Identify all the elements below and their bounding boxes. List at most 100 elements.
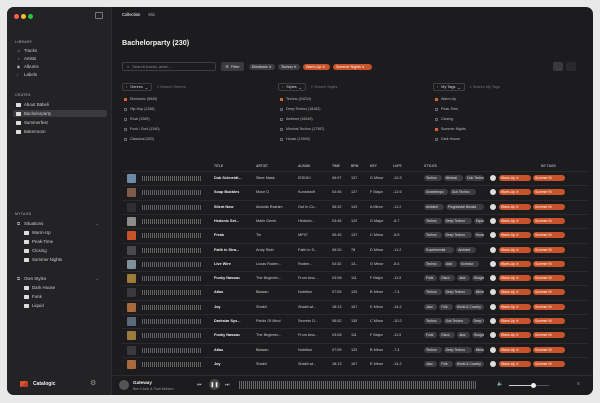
genres-option[interactable]: Classical (520) [124, 137, 154, 141]
style-tag[interactable]: Techno [424, 289, 442, 296]
style-tag[interactable]: Folk [439, 360, 453, 367]
mytags-dropdown[interactable]: ◐ My Tags ⌄ [433, 83, 465, 91]
add-tag-icon[interactable] [490, 360, 496, 367]
sidebar-tag[interactable]: Funk [21, 293, 107, 300]
sidebar-group-situations[interactable]: ⧉ Situations ⌄ [13, 220, 107, 227]
style-tag[interactable]: Jazz [424, 303, 438, 310]
pause-button[interactable]: ❚❚ [209, 379, 220, 390]
settings-gear-icon[interactable]: ⚙ [90, 379, 96, 387]
style-tag[interactable]: Disco [439, 332, 455, 339]
table-row[interactable]: Atlas Blawan Nutrition 07:05 125 B Minor -7.4 T… [122, 285, 588, 298]
styles-option[interactable]: Ambient (16049) [280, 117, 313, 121]
mytags-option[interactable]: Summer Nights [435, 127, 466, 131]
search-input[interactable]: ⌕ Search tracks, artist... [122, 62, 216, 71]
tab-mix[interactable]: Mix [148, 12, 155, 17]
style-tag[interactable]: Minimal [443, 175, 464, 181]
filter-chip[interactable]: Techno ✕ [278, 64, 300, 70]
my-tag[interactable]: Summer Ni [533, 260, 565, 267]
style-tag[interactable]: Downtempo [424, 189, 448, 196]
my-tag[interactable]: Warm-Up ✕ [499, 203, 531, 210]
style-tag[interactable]: Techno [424, 232, 442, 239]
genres-search-input[interactable]: ⌕ Search Genres [157, 85, 186, 89]
sidebar-tag[interactable]: Liquid [21, 302, 107, 309]
style-tag[interactable]: Jazz [456, 275, 471, 282]
style-tag[interactable]: Deep Techno [443, 217, 472, 224]
column-header-styles[interactable]: STYLES [424, 164, 437, 168]
sidebar-tag[interactable]: Warm-Up [21, 229, 107, 236]
table-row[interactable]: Atlas Blawan Nutrition 07:05 125 B Minor -7.4 T… [122, 342, 588, 356]
style-tag[interactable]: Techno [424, 318, 442, 324]
genres-option[interactable]: Electronic (5840) [124, 97, 157, 101]
style-tag[interactable]: Ambient [424, 203, 444, 210]
sidebar-item-labels[interactable]: ♩ Labels [13, 71, 107, 78]
my-tag[interactable]: Warm-Up ✕ [499, 360, 531, 367]
sidebar-crate[interactable]: Bachelorparty [13, 110, 107, 117]
sidebar-item-artists[interactable]: ♪ Artists [13, 55, 107, 62]
style-tag[interactable]: World & Country [454, 303, 484, 310]
volume-slider[interactable] [509, 383, 549, 388]
column-header-my-tags[interactable]: MY TAGS [541, 164, 556, 168]
queue-icon[interactable]: ≡ [577, 381, 580, 387]
my-tag[interactable]: Summer Ni [533, 332, 565, 339]
my-tag[interactable]: Summer Ni [533, 246, 565, 253]
my-tag[interactable]: Summer Ni [533, 217, 565, 224]
style-tag[interactable]: Dub Techno [443, 318, 470, 324]
my-tag[interactable]: Warm-Up ✕ [499, 189, 531, 196]
sidebar-tag[interactable]: Closing [21, 247, 107, 254]
sidebar-group-own-styles[interactable]: ⧉ Own Styles ⌄ [13, 275, 107, 282]
table-row[interactable]: Hedonic Set... Malin Genie Hedonic... 03:46… [122, 213, 588, 227]
style-tag[interactable]: Schranz [459, 260, 479, 267]
checkbox[interactable] [124, 117, 127, 121]
sidebar-item-albums[interactable]: ◉ Albums [13, 63, 107, 70]
style-tag[interactable]: World & Country [454, 360, 484, 367]
genres-option[interactable]: Rock (2369) [124, 117, 150, 121]
grid-view-button[interactable] [553, 62, 563, 71]
style-tag[interactable]: Funk [424, 332, 438, 339]
add-tag-icon[interactable] [490, 260, 496, 267]
my-tag[interactable]: Warm-Up ✕ [499, 232, 531, 239]
close-window-button[interactable] [14, 14, 19, 19]
my-tag[interactable]: Warm-Up ✕ [499, 275, 531, 282]
genres-dropdown[interactable]: ◐ Genres ⌄ [122, 83, 152, 91]
style-tag[interactable]: Techno [424, 175, 442, 181]
volume-knob[interactable] [530, 383, 536, 388]
mytags-option[interactable]: Closing [435, 117, 453, 121]
my-tag[interactable]: Warm-Up ✕ [499, 260, 531, 267]
styles-option[interactable]: Deep Techno (18182) [280, 107, 321, 111]
mytags-search-input[interactable]: ⌕ Search My Tags [470, 85, 500, 89]
my-tag[interactable]: Warm-Up ✕ [499, 175, 531, 181]
checkbox[interactable] [124, 127, 127, 131]
my-tag[interactable]: Warm-Up ✕ [499, 346, 531, 353]
style-tag[interactable]: Folk [439, 303, 453, 310]
table-row[interactable]: Dub Schneidt... Skee Mask ISSOKI 06:07 137 G … [122, 171, 588, 184]
style-tag[interactable]: Experimental [424, 246, 455, 253]
style-tag[interactable]: Experi [473, 217, 484, 224]
style-tag[interactable]: Minimal [473, 289, 484, 296]
table-row[interactable]: Joy Shakti Shakti wi... 18:13 167 E Minor -14.… [122, 356, 588, 370]
mytags-option[interactable]: Peak-Time [435, 107, 458, 111]
style-tag[interactable]: Funk [424, 275, 438, 282]
my-tag[interactable]: Warm-Up ✕ [499, 332, 531, 339]
checkbox[interactable] [280, 97, 283, 101]
filter-button[interactable]: ☰ Filter [221, 62, 244, 71]
style-tag[interactable]: Acid [443, 260, 457, 267]
genres-option[interactable]: Funk / Soul (1340) [124, 127, 160, 131]
styles-option[interactable]: Minimal Techno (17387) [280, 127, 324, 131]
my-tag[interactable]: Summer Ni [533, 289, 565, 296]
style-tag[interactable]: Minimal [473, 346, 484, 353]
styles-search-input[interactable]: ⌕ Search Styles [311, 85, 338, 89]
mytags-option[interactable]: Warm-Up [435, 97, 456, 101]
style-tag[interactable]: Boogie [472, 275, 484, 282]
style-tag[interactable]: House [473, 232, 484, 239]
add-tag-icon[interactable] [490, 318, 496, 324]
column-header-lufs[interactable]: LUFS [393, 164, 402, 168]
column-header-title[interactable]: TITLE [214, 164, 223, 168]
sidebar-item-tracks[interactable]: ♫ Tracks [13, 47, 107, 54]
volume-icon[interactable]: 🔈 [497, 381, 503, 387]
next-icon[interactable]: ⏭ [225, 382, 230, 388]
my-tag[interactable]: Summer Ni [533, 203, 565, 210]
add-tag-icon[interactable] [490, 175, 496, 181]
table-row[interactable]: Faith in Stra... Andy Stott Faith in S... 0… [122, 242, 588, 256]
previous-icon[interactable]: ⏮ [197, 382, 202, 388]
style-tag[interactable]: Techno [424, 217, 442, 224]
